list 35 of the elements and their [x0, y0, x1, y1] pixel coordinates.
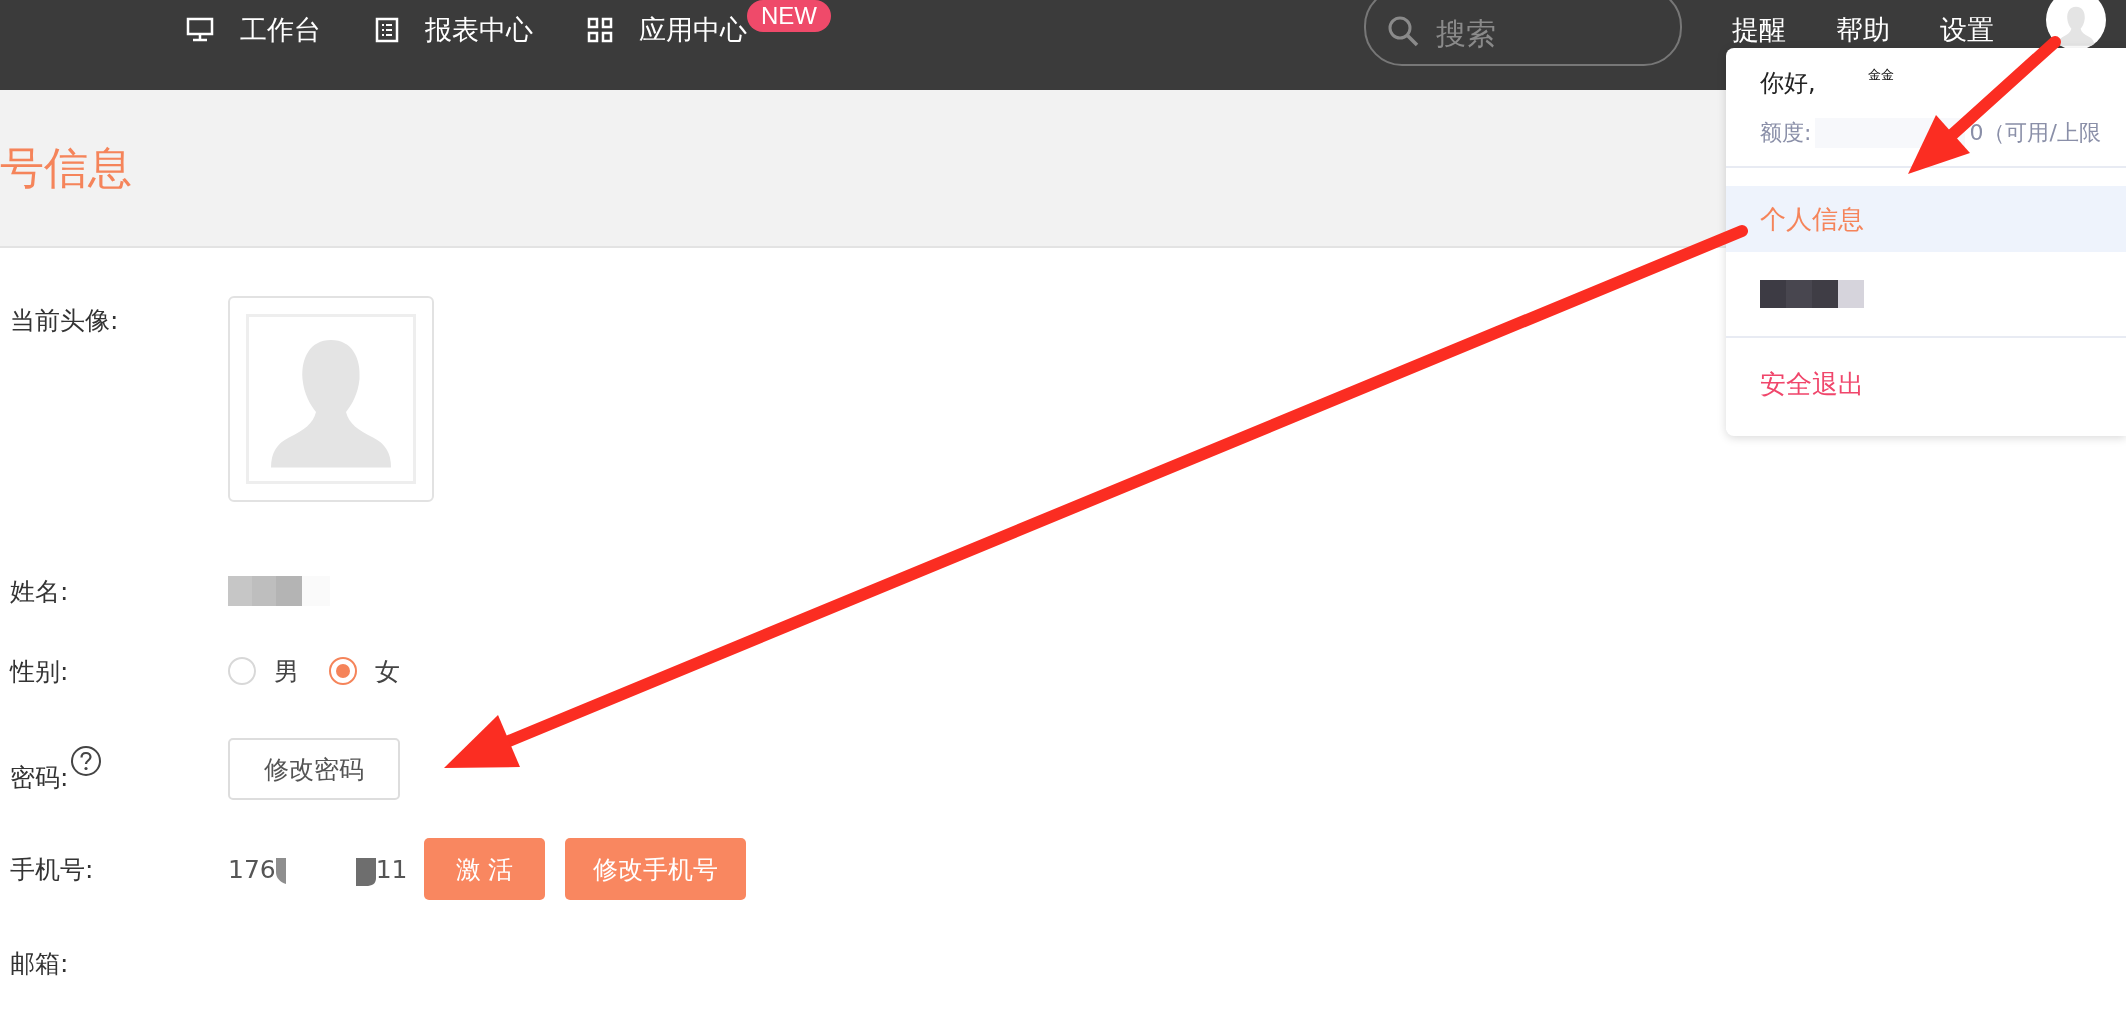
quota-value: 0（可用/上限	[1969, 119, 2101, 147]
field-label: 当前头像:	[10, 305, 120, 337]
user-avatar[interactable]	[2046, 0, 2106, 50]
menu-item[interactable]	[1726, 252, 2126, 336]
change-password-button[interactable]: 修改密码	[228, 738, 400, 800]
field-label: 手机号:	[10, 853, 95, 886]
top-link[interactable]: 设置	[1940, 12, 1994, 48]
radio-button[interactable]	[228, 657, 256, 685]
top-link[interactable]: 帮助	[1836, 12, 1890, 48]
nav-item[interactable]: 报表中心	[375, 12, 533, 48]
page-title: 号信息	[0, 140, 132, 195]
radio-label: 男	[274, 655, 299, 688]
phone-number-start: 176	[228, 854, 276, 884]
logout-menu-item[interactable]: 安全退出	[1726, 336, 2126, 430]
field-label: 密码:	[10, 761, 69, 794]
monitor-icon	[186, 17, 214, 43]
help-icon[interactable]	[70, 744, 103, 777]
greeting-text: 你好,	[1760, 68, 1816, 99]
field-label: 姓名:	[10, 575, 70, 608]
phone-number-end: 11	[375, 854, 408, 884]
nav-item[interactable]: 工作台	[186, 12, 321, 48]
grid-icon	[587, 17, 613, 43]
radio-option[interactable]: 女	[329, 654, 400, 688]
list-icon	[375, 17, 399, 43]
radio-button[interactable]	[329, 657, 357, 685]
search-icon	[1386, 14, 1420, 48]
top-link[interactable]: 提醒	[1732, 12, 1786, 48]
field-label: 性别:	[10, 655, 70, 688]
quota-label: 额度:	[1760, 119, 1812, 147]
search-field[interactable]: 搜索	[1364, 0, 1682, 66]
new-badge: NEW	[747, 0, 831, 32]
radio-option[interactable]: 男	[228, 654, 299, 688]
radio-label: 女	[375, 655, 400, 688]
nav-item[interactable]: 应用中心	[587, 12, 747, 48]
field-label: 邮箱:	[10, 947, 70, 980]
